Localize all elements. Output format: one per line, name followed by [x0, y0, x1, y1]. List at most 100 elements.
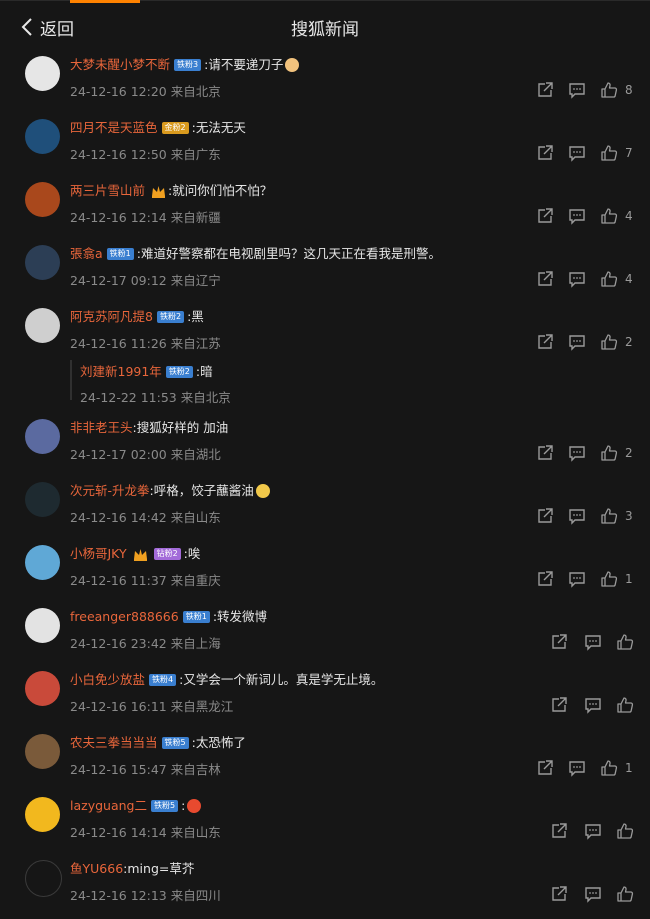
share-icon[interactable]: [550, 696, 568, 714]
comment-icon[interactable]: [584, 822, 602, 840]
reply-item: 刘建新1991年 铁粉2:暗 24-12-22 11:53 来自北京: [70, 360, 610, 405]
comment-text: :ming=草芥: [123, 861, 195, 876]
like-icon[interactable]: [600, 570, 618, 588]
avatar[interactable]: [25, 419, 60, 454]
comment-header: freeanger888666 铁粉1:转发微博: [70, 609, 267, 625]
like-icon[interactable]: [600, 759, 618, 777]
like-icon[interactable]: [600, 333, 618, 351]
comment-header: 非非老王头:搜狐好样的 加油: [70, 420, 228, 436]
username-link[interactable]: 四月不是天蓝色: [70, 120, 158, 136]
like-icon[interactable]: [600, 444, 618, 462]
avatar[interactable]: [25, 860, 62, 897]
avatar[interactable]: [25, 671, 60, 706]
like-icon[interactable]: [616, 633, 634, 651]
share-icon[interactable]: [536, 444, 554, 462]
like-count: 3: [625, 509, 633, 523]
share-icon[interactable]: [536, 144, 554, 162]
avatar[interactable]: [25, 245, 60, 280]
comment-header: 大梦未醒小梦不断 铁粉3:请不要递刀子: [70, 57, 300, 73]
comment-icon[interactable]: [568, 507, 586, 525]
comment-icon[interactable]: [568, 270, 586, 288]
share-icon[interactable]: [550, 822, 568, 840]
comment-icon[interactable]: [568, 759, 586, 777]
comment-icon[interactable]: [584, 633, 602, 651]
comment-icon[interactable]: [568, 81, 586, 99]
fan-level-badge: 铁粉1: [106, 248, 134, 260]
comment-header: 阿克苏阿凡提8 铁粉2:黑: [70, 309, 204, 325]
share-icon[interactable]: [536, 207, 554, 225]
avatar[interactable]: [25, 734, 60, 769]
comment-icon[interactable]: [568, 144, 586, 162]
username-link[interactable]: 張翕a: [70, 246, 103, 262]
comment-icon[interactable]: [568, 207, 586, 225]
comment-actions: [520, 885, 650, 905]
comment-actions: [520, 633, 650, 653]
share-icon[interactable]: [536, 507, 554, 525]
share-icon[interactable]: [536, 333, 554, 351]
share-icon[interactable]: [550, 885, 568, 903]
comment-icon[interactable]: [568, 333, 586, 351]
share-icon[interactable]: [550, 633, 568, 651]
username-link[interactable]: 阿克苏阿凡提8: [70, 309, 153, 325]
comment-meta: 24-12-16 12:20 来自北京: [70, 84, 221, 99]
reply-username-link[interactable]: 刘建新1991年: [80, 364, 162, 380]
comment-meta: 24-12-16 14:42 来自山东: [70, 510, 221, 525]
avatar[interactable]: [25, 56, 60, 91]
fan-level-badge: 铁粉2: [165, 366, 193, 378]
comment-meta: 24-12-17 02:00 来自湖北: [70, 447, 221, 462]
like-count: 2: [625, 446, 633, 460]
comment-actions: 1: [520, 759, 650, 779]
avatar[interactable]: [25, 308, 60, 343]
comment-meta: 24-12-16 14:14 来自山东: [70, 825, 221, 840]
comment-item: 四月不是天蓝色 金粉2:无法无天 24-12-16 12:50 来自广东 7: [0, 115, 650, 178]
comment-text: :无法无天: [191, 120, 246, 135]
username-link[interactable]: 次元斩-升龙拳: [70, 483, 150, 499]
like-icon[interactable]: [600, 144, 618, 162]
like-count: 4: [625, 272, 633, 286]
like-icon[interactable]: [616, 822, 634, 840]
username-link[interactable]: 小白免少放盐: [70, 672, 145, 688]
cat-face-icon: [285, 58, 300, 72]
username-link[interactable]: freeanger888666: [70, 609, 179, 625]
like-icon[interactable]: [616, 696, 634, 714]
comment-actions: 3: [520, 507, 650, 527]
like-icon[interactable]: [600, 81, 618, 99]
username-link[interactable]: 小杨哥JKY: [70, 546, 127, 562]
comment-item: 阿克苏阿凡提8 铁粉2:黑 24-12-16 11:26 来自江苏 2 刘建新1991年…: [0, 304, 650, 415]
comment-meta: 24-12-16 15:47 来自吉林: [70, 762, 221, 777]
comment-text: :呼格，饺子蘸酱油: [149, 483, 254, 498]
avatar[interactable]: [25, 608, 60, 643]
comment-icon[interactable]: [584, 696, 602, 714]
comment-meta: 24-12-17 09:12 来自辽宁: [70, 273, 221, 288]
like-icon[interactable]: [600, 507, 618, 525]
comment-icon[interactable]: [584, 885, 602, 903]
share-icon[interactable]: [536, 270, 554, 288]
like-count: 8: [625, 83, 633, 97]
like-icon[interactable]: [600, 207, 618, 225]
avatar[interactable]: [25, 545, 60, 580]
fan-level-badge: 铁粉2: [156, 311, 185, 323]
avatar[interactable]: [25, 797, 60, 832]
comment-item: 小杨哥JKY 钻粉2:唉 24-12-16 11:37 来自重庆 1: [0, 541, 650, 604]
comment-meta: 24-12-16 12:14 来自新疆: [70, 210, 221, 225]
username-link[interactable]: 鱼YU666: [70, 861, 123, 877]
comment-header: 次元斩-升龙拳:呼格，饺子蘸酱油: [70, 483, 270, 499]
username-link[interactable]: 两三片雪山前: [70, 183, 145, 199]
username-link[interactable]: 非非老王头: [70, 420, 133, 436]
avatar[interactable]: [25, 119, 60, 154]
comment-icon[interactable]: [568, 570, 586, 588]
comment-item: lazyguang二 铁粉5: 24-12-16 14:14 来自山东: [0, 793, 650, 856]
avatar[interactable]: [25, 482, 60, 517]
share-icon[interactable]: [536, 570, 554, 588]
share-icon[interactable]: [536, 759, 554, 777]
comment-actions: 2: [520, 444, 650, 464]
avatar[interactable]: [25, 182, 60, 217]
reply-header: 刘建新1991年 铁粉2:暗: [80, 364, 213, 380]
username-link[interactable]: 农夫三拳当当当: [70, 735, 158, 751]
share-icon[interactable]: [536, 81, 554, 99]
username-link[interactable]: lazyguang二: [70, 798, 147, 814]
username-link[interactable]: 大梦未醒小梦不断: [70, 57, 170, 73]
comment-icon[interactable]: [568, 444, 586, 462]
like-icon[interactable]: [600, 270, 618, 288]
like-icon[interactable]: [616, 885, 634, 903]
